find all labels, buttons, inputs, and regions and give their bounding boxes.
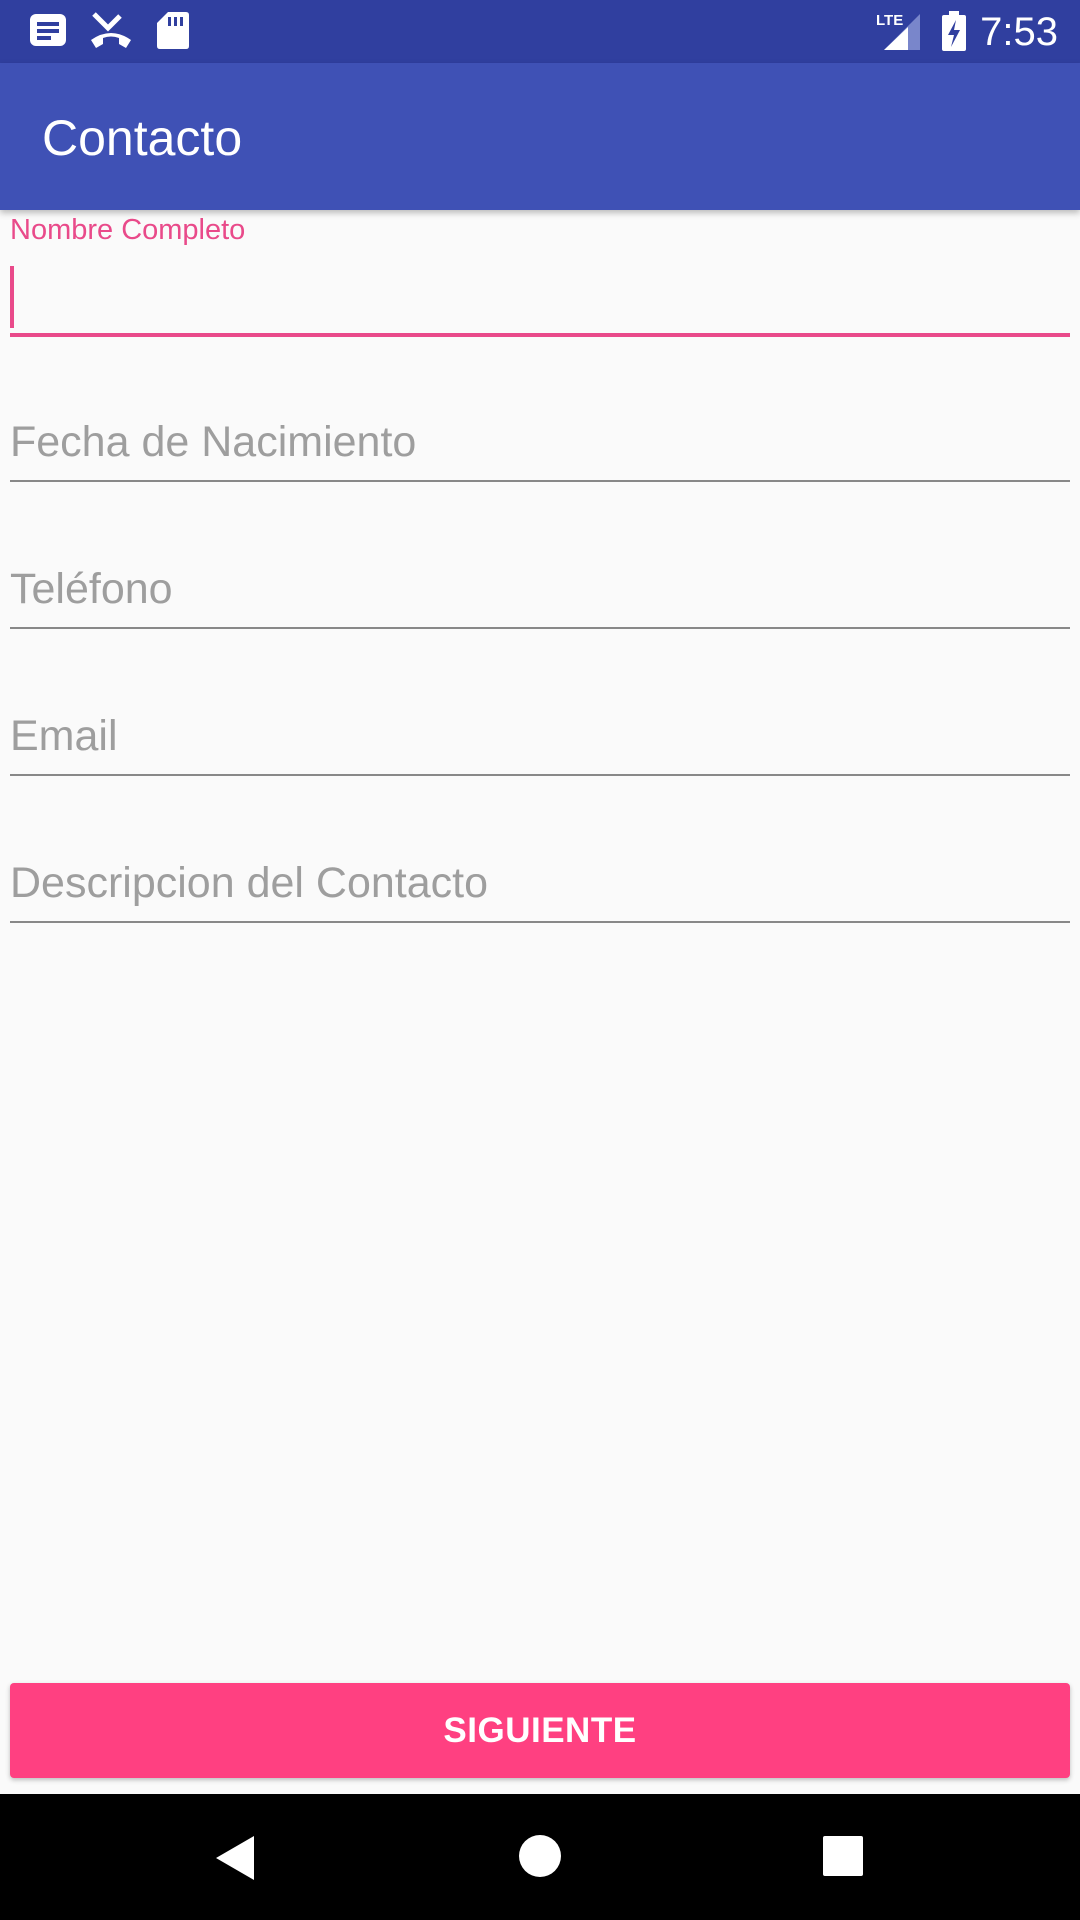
notes-icon — [28, 10, 68, 52]
email-underline — [10, 774, 1070, 776]
svg-text:LTE: LTE — [876, 12, 903, 29]
full-name-field[interactable]: Nombre Completo — [10, 210, 1070, 340]
sd-card-icon — [156, 10, 190, 52]
birth-date-underline — [10, 480, 1070, 482]
recents-icon[interactable] — [823, 1836, 863, 1880]
missed-call-icon — [88, 10, 134, 52]
page-title: Contacto — [42, 110, 243, 166]
description-field[interactable]: Descripcion del Contacto — [10, 841, 1070, 926]
description-underline — [10, 921, 1070, 923]
full-name-underline — [10, 333, 1070, 337]
next-button[interactable]: SIGUIENTE — [10, 1683, 1070, 1778]
text-cursor — [10, 266, 14, 328]
battery-charging-icon — [940, 10, 968, 52]
full-name-label: Nombre Completo — [10, 214, 246, 246]
navigation-bar — [0, 1794, 1080, 1920]
back-icon[interactable] — [212, 1834, 258, 1886]
description-placeholder: Descripcion del Contacto — [10, 859, 489, 907]
status-bar: LTE 7:53 — [0, 0, 1080, 63]
app-bar: Contacto — [0, 63, 1080, 210]
phone-placeholder: Teléfono — [10, 565, 173, 613]
contact-screen: LTE 7:53 Contacto Nombre Completo Fecha … — [0, 0, 1080, 1920]
status-time: 7:53 — [980, 10, 1058, 54]
birth-date-field[interactable]: Fecha de Nacimiento — [10, 400, 1070, 485]
email-placeholder: Email — [10, 712, 118, 760]
birth-date-placeholder: Fecha de Nacimiento — [10, 418, 417, 466]
email-field[interactable]: Email — [10, 694, 1070, 779]
phone-field[interactable]: Teléfono — [10, 547, 1070, 632]
lte-signal-icon: LTE — [874, 10, 922, 52]
phone-underline — [10, 627, 1070, 629]
home-icon[interactable] — [518, 1834, 562, 1882]
